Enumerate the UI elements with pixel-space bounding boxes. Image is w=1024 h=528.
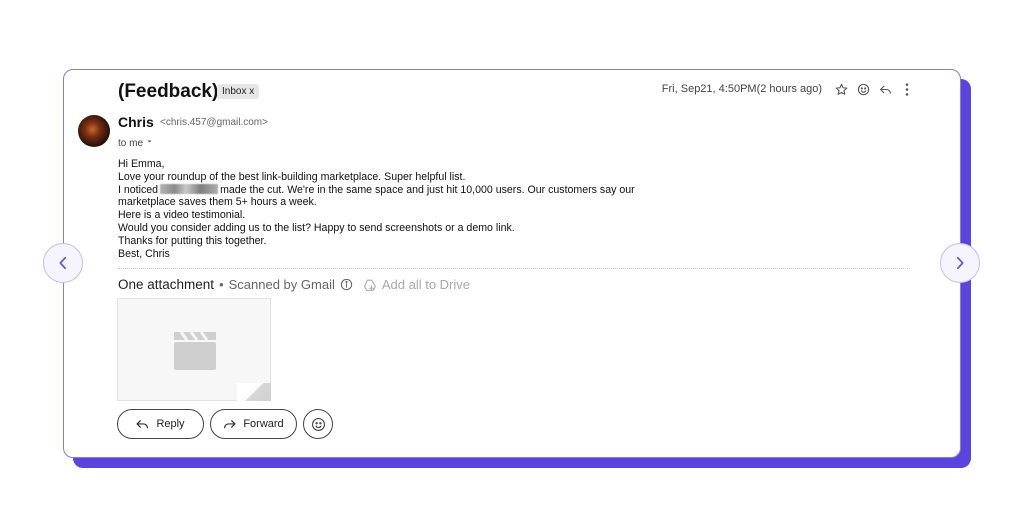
caret-down-icon — [147, 140, 152, 143]
attachment-thumbnail[interactable] — [117, 298, 271, 401]
info-icon[interactable] — [340, 278, 354, 292]
sender-email: <chris.457@gmail.com> — [160, 117, 268, 128]
attachments-divider — [118, 268, 910, 269]
body-line: I noticed made the cut. We're in the same… — [118, 183, 718, 197]
recipient-label: to me — [118, 138, 144, 149]
star-icon[interactable] — [834, 82, 848, 96]
body-greeting: Hi Emma, — [118, 158, 165, 170]
email-body: Hi Emma, Love your roundup of the best l… — [118, 158, 718, 260]
recipient-dropdown[interactable]: to me — [118, 138, 153, 149]
forward-icon — [224, 419, 236, 428]
email-subject: (Feedback) — [118, 81, 219, 102]
next-button[interactable] — [940, 243, 980, 283]
attachments-header: One attachment • Scanned by Gmail Add al… — [118, 277, 470, 292]
previous-button[interactable] — [43, 243, 83, 283]
forward-button[interactable]: Forward — [210, 409, 297, 439]
sender-name: Chris — [118, 114, 154, 130]
body-line: Here is a video testimonial. — [118, 209, 246, 222]
body-line-prefix: I noticed — [118, 183, 159, 196]
body-line-suffix: made the cut. We're in the same space an… — [220, 183, 635, 196]
body-line: Thanks for putting this together. — [118, 234, 267, 247]
add-to-drive-icon[interactable] — [363, 278, 377, 292]
body-line: Would you consider adding us to the list… — [118, 221, 515, 234]
smiley-icon[interactable] — [856, 82, 870, 96]
reply-label: Reply — [156, 418, 185, 430]
reply-icon — [136, 419, 149, 428]
redacted-text — [160, 183, 219, 194]
attachments-separator: • — [219, 277, 224, 292]
body-line: marketplace saves them 5+ hours a week. — [118, 196, 317, 209]
attachments-title: One attachment — [118, 277, 215, 292]
more-vert-icon[interactable] — [900, 82, 914, 96]
chevron-left-icon — [59, 256, 67, 270]
reply-button[interactable]: Reply — [117, 409, 204, 439]
email-meta: Fri, Sep21, 4:50PM(2 hours ago) — [662, 82, 914, 96]
body-line: Love your roundup of the best link-build… — [118, 170, 466, 183]
video-clapper-icon — [174, 331, 216, 370]
emoji-react-button[interactable] — [303, 409, 333, 439]
add-all-to-drive-link[interactable]: Add all to Drive — [382, 277, 470, 292]
smiley-icon — [311, 417, 325, 431]
scanned-by-gmail: Scanned by Gmail — [228, 277, 335, 292]
body-signoff: Best, Chris — [118, 247, 170, 260]
chevron-right-icon — [956, 256, 964, 270]
forward-label: Forward — [243, 418, 284, 430]
inbox-label-chip[interactable]: Inbox x — [217, 84, 260, 99]
reply-icon[interactable] — [878, 82, 892, 96]
sender-avatar[interactable] — [78, 115, 110, 147]
email-timestamp: Fri, Sep21, 4:50PM(2 hours ago) — [661, 83, 822, 95]
thumbnail-fold — [237, 383, 271, 401]
email-card: (Feedback) Inbox x Fri, Sep21, 4:50PM(2 … — [63, 69, 961, 458]
